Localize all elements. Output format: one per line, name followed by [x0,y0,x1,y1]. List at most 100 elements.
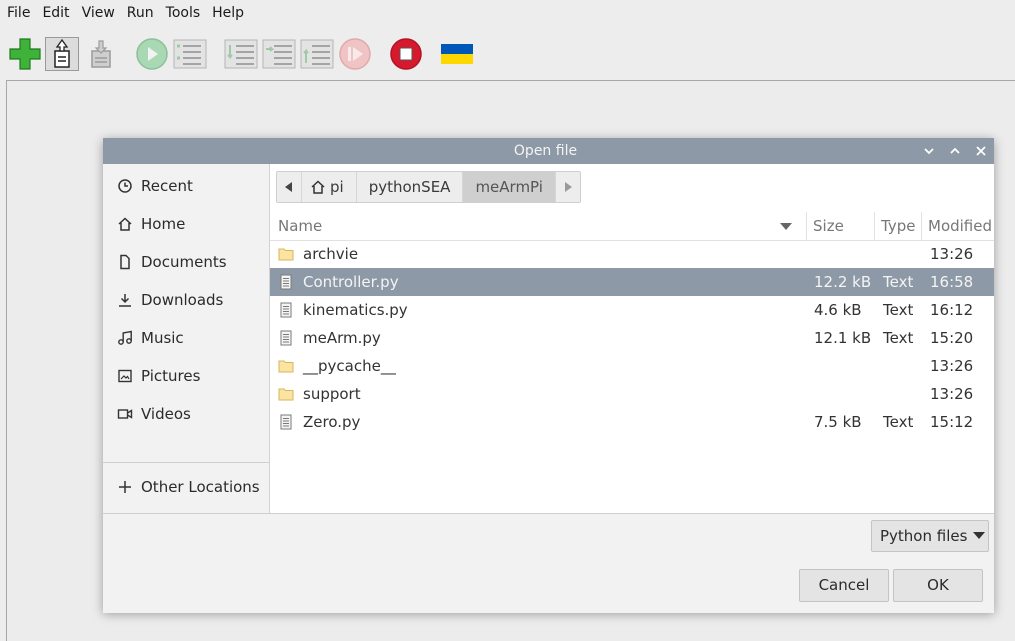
text-file-icon [278,274,294,290]
file-modified: 13:26 [930,385,974,403]
place-pictures[interactable]: Pictures [103,357,269,395]
open-folder-icon [45,37,79,71]
column-name[interactable]: Name [270,212,807,240]
close-button[interactable] [972,142,990,160]
home-icon [117,216,133,232]
menu-run[interactable]: Run [121,5,160,21]
menu-tools[interactable]: Tools [160,5,207,21]
text-file-icon [278,330,294,346]
file-row[interactable]: __pycache__ 13:26 [270,352,994,380]
place-other-locations[interactable]: Other Locations [103,468,269,506]
file-row[interactable]: meArm.py 12.1 kB Text 15:20 [270,324,994,352]
dialog-footer: Python files Cancel OK [103,513,994,613]
path-crumb-pi[interactable]: pi [302,172,357,202]
place-label: Downloads [141,291,224,309]
place-downloads[interactable]: Downloads [103,281,269,319]
chevron-right-icon [564,182,572,192]
close-icon [976,146,986,156]
place-label: Music [141,329,184,347]
video-icon [117,406,133,422]
file-name: meArm.py [303,329,381,347]
chevron-left-icon [285,182,292,192]
toolbar [0,34,1015,74]
save-file-button[interactable] [84,37,118,71]
path-crumb-mearmpi[interactable]: meArmPi [463,172,556,202]
file-name: Zero.py [303,413,361,431]
path-forward-button[interactable] [556,172,580,202]
step-out-button[interactable] [300,37,334,71]
file-modified: 15:12 [930,413,974,431]
plus-icon [117,479,133,495]
place-label: Home [141,215,186,233]
dialog-title: Open file [513,143,578,159]
folder-icon [278,386,294,402]
sidebar-divider [103,462,269,463]
column-header: Name Size Type Modified [270,212,994,241]
minimize-button[interactable] [920,142,938,160]
file-name: __pycache__ [303,357,396,375]
new-file-button[interactable] [8,37,42,71]
menu-help[interactable]: Help [206,5,250,21]
dialog-titlebar[interactable]: Open file [103,138,994,164]
place-home[interactable]: Home [103,205,269,243]
file-type: Text [883,273,914,291]
step-over-icon [224,39,258,69]
plus-icon [9,38,41,70]
chevron-up-icon [950,147,960,154]
place-label: Pictures [141,367,201,385]
file-modified: 16:12 [930,301,974,319]
crumb-label: pi [330,178,344,196]
maximize-button[interactable] [946,142,964,160]
column-size[interactable]: Size [807,212,875,240]
place-label: Videos [141,405,191,423]
play-icon [136,38,168,70]
file-modified: 13:26 [930,245,974,263]
place-documents[interactable]: Documents [103,243,269,281]
place-label: Recent [141,177,193,195]
menu-view[interactable]: View [76,5,121,21]
file-type: Text [883,301,914,319]
file-size: 12.2 kB [814,273,872,291]
debug-button[interactable] [173,37,207,71]
open-file-dialog: Open file Recent Home Documents Download… [103,138,994,613]
download-icon [117,292,133,308]
ukraine-flag-icon [441,44,473,64]
stop-icon [390,38,422,70]
ok-button[interactable]: OK [893,569,983,602]
file-row[interactable]: Controller.py 12.2 kB Text 16:58 [270,268,994,296]
menu-edit[interactable]: Edit [36,5,75,21]
step-out-icon [300,39,334,69]
places-sidebar: Recent Home Documents Downloads Music Pi… [103,164,270,513]
file-type-filter[interactable]: Python files [871,520,989,552]
place-recent[interactable]: Recent [103,167,269,205]
document-icon [117,254,133,270]
clock-icon [117,178,133,194]
dropdown-arrow-icon [973,532,986,539]
menu-file[interactable]: File [0,5,36,21]
path-back-button[interactable] [277,172,302,202]
step-into-button[interactable] [262,37,296,71]
file-row[interactable]: Zero.py 7.5 kB Text 15:12 [270,408,994,436]
save-icon [91,40,111,68]
step-over-button[interactable] [224,37,258,71]
cancel-button[interactable]: Cancel [799,569,889,602]
sort-down-icon [780,223,792,230]
open-file-button[interactable] [45,37,79,71]
place-music[interactable]: Music [103,319,269,357]
column-type[interactable]: Type [875,212,922,240]
debug-icon [173,39,207,69]
place-videos[interactable]: Videos [103,395,269,433]
ukraine-flag-button[interactable] [440,37,474,71]
column-modified[interactable]: Modified [922,212,994,240]
resume-button[interactable] [338,37,372,71]
file-name: archvie [303,245,359,263]
file-size: 4.6 kB [814,301,862,319]
path-crumb-pythonsea[interactable]: pythonSEA [357,172,464,202]
run-button[interactable] [135,37,169,71]
stop-button[interactable] [389,37,423,71]
file-row[interactable]: support 13:26 [270,380,994,408]
file-row[interactable]: kinematics.py 4.6 kB Text 16:12 [270,296,994,324]
file-row[interactable]: archvie 13:26 [270,240,994,268]
file-modified: 13:26 [930,357,974,375]
file-type: Text [883,329,914,347]
